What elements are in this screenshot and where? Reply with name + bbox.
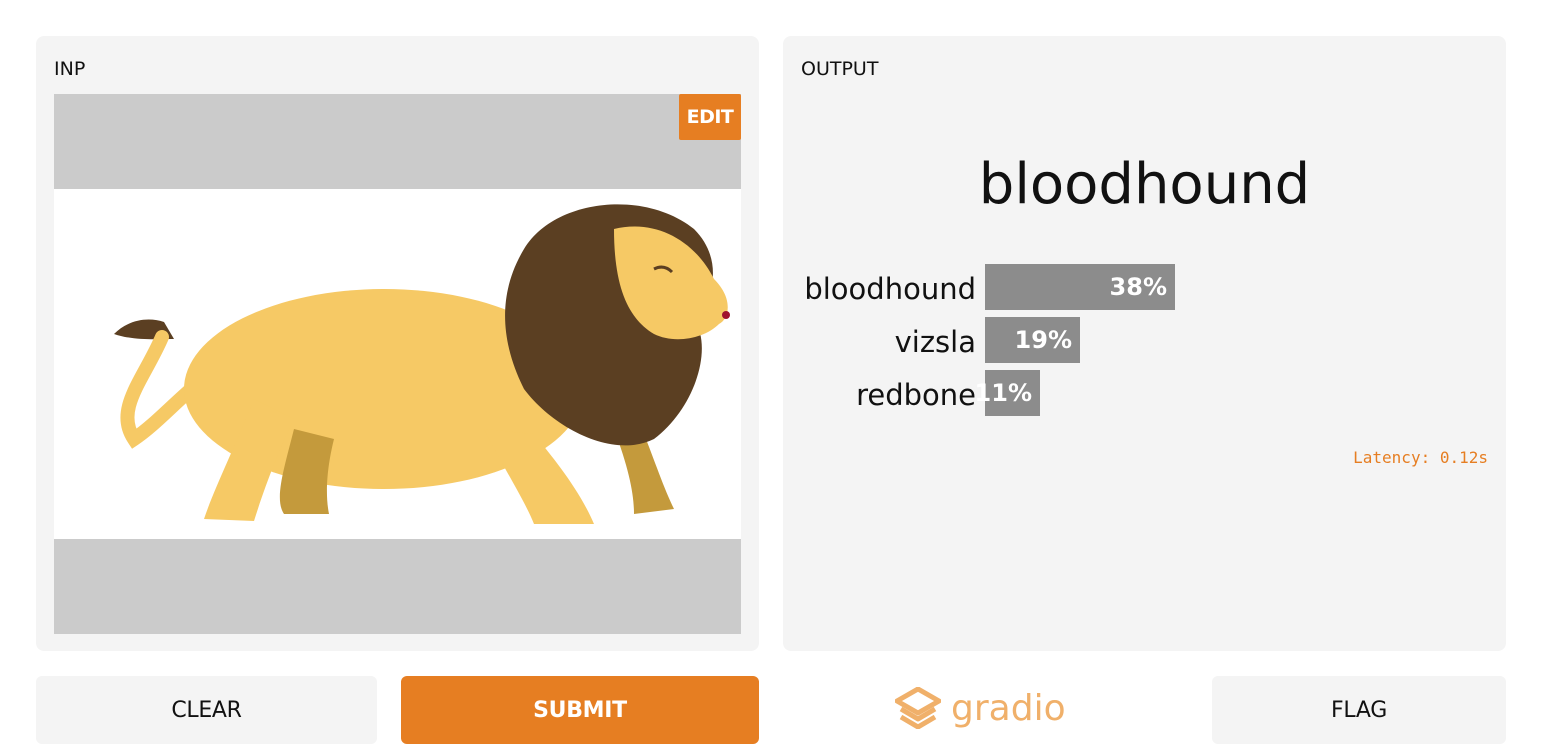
input-image [54,189,741,539]
confidence-row: bloodhound 38% [783,264,1506,310]
edit-button[interactable]: EDIT [679,94,741,140]
confidence-label: bloodhound [804,272,976,306]
input-panel: INP EDIT [36,36,759,651]
submit-button[interactable]: SUBMIT [401,676,759,744]
confidence-bar: 11% [975,370,1040,416]
gradio-brand: gradio [895,684,1066,732]
top-prediction-label: bloodhound [978,152,1311,217]
brand-name: gradio [951,687,1066,729]
confidence-bar: 19% [985,317,1080,363]
output-label: OUTPUT [801,58,879,80]
confidence-row: redbone 11% [783,370,1506,416]
confidence-label: vizsla [894,325,976,359]
image-upload-box[interactable]: EDIT [54,94,741,634]
confidence-bar: 38% [985,264,1175,310]
confidence-label: redbone [856,378,976,412]
gradio-logo-icon [895,687,941,729]
flag-button[interactable]: FLAG [1212,676,1506,744]
output-panel: OUTPUT bloodhound bloodhound 38% vizsla … [783,36,1506,651]
lion-illustration [114,204,730,524]
confidence-row: vizsla 19% [783,317,1506,363]
input-label: INP [54,58,86,80]
latency-text: Latency: 0.12s [1353,448,1488,467]
clear-button[interactable]: CLEAR [36,676,377,744]
